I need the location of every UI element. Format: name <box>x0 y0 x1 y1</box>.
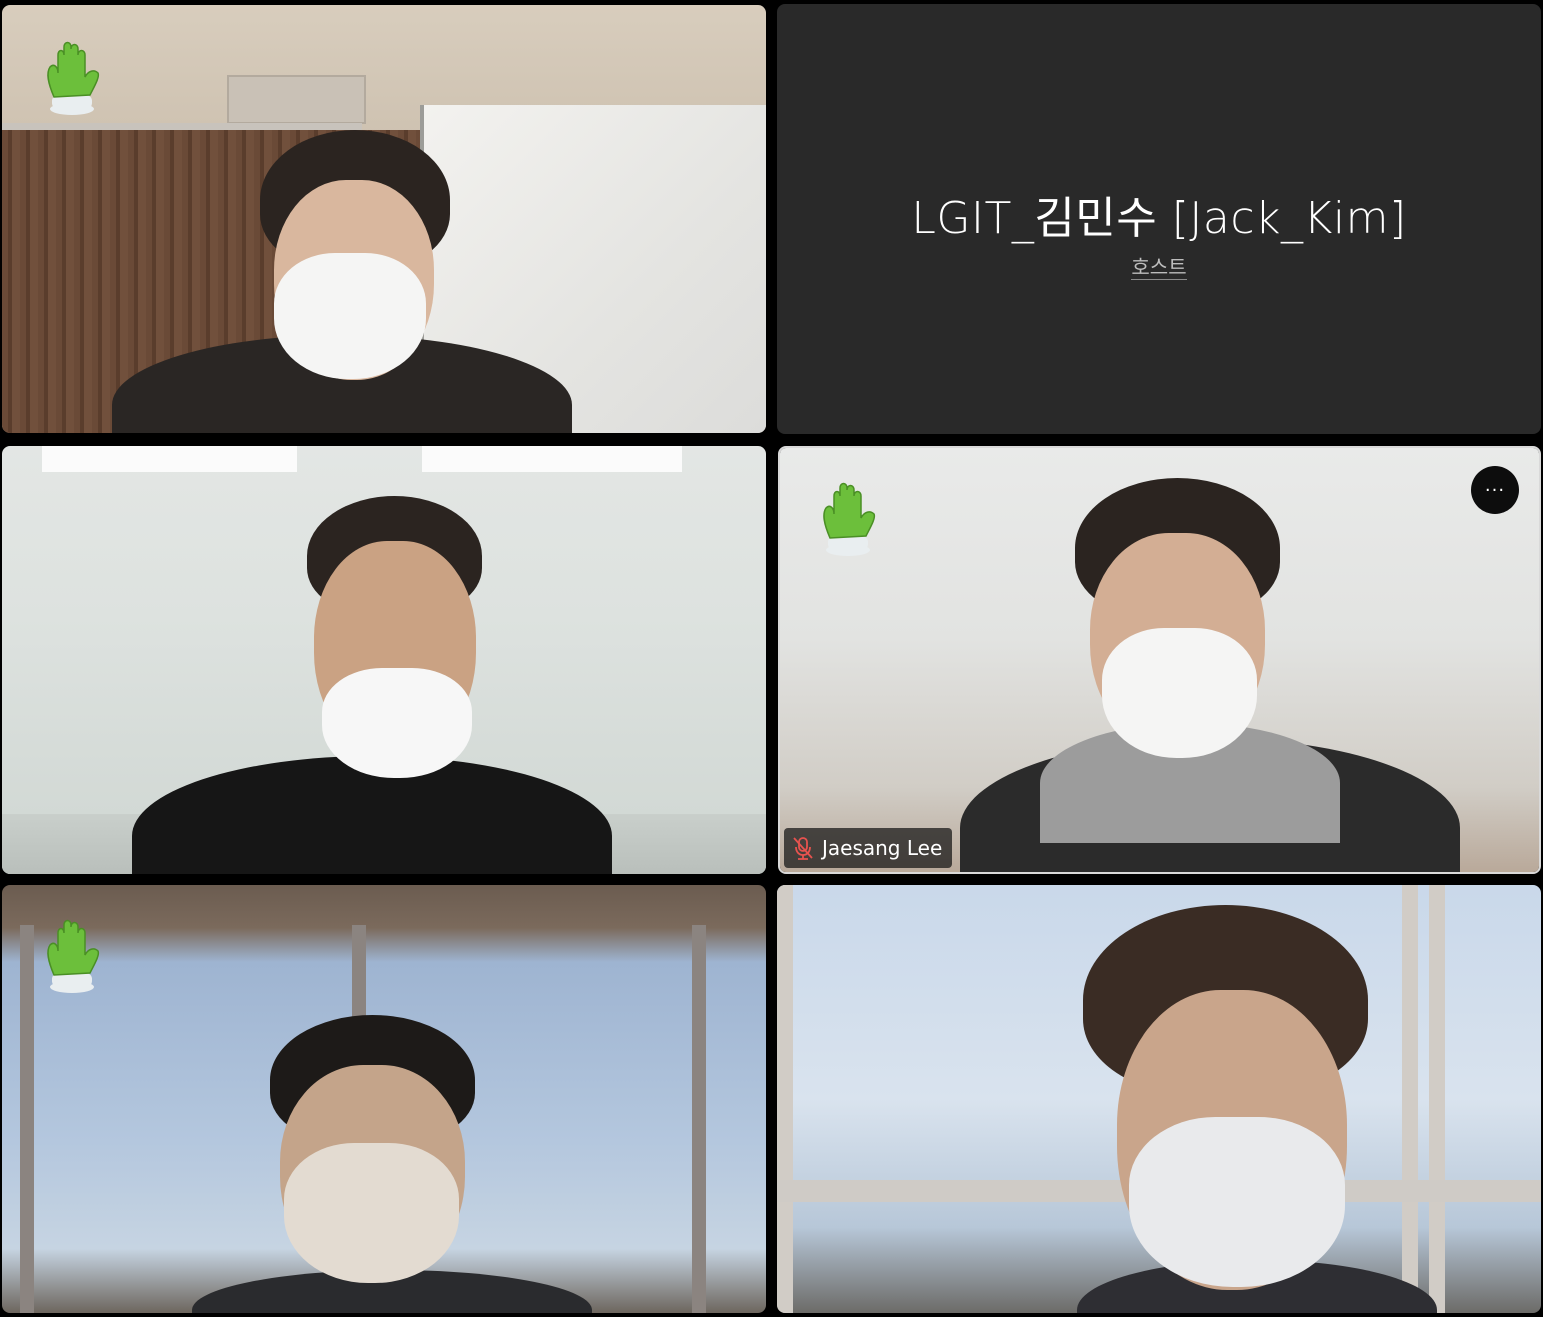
raised-hand-icon <box>823 482 876 556</box>
more-options-icon: ··· <box>1484 479 1506 501</box>
participant-tile-1[interactable] <box>2 5 766 433</box>
participant-name: Jaesang Lee <box>822 836 943 860</box>
raised-hand-icon <box>47 919 100 993</box>
participant-video-person <box>2 5 766 433</box>
raised-hand-icon <box>47 41 100 115</box>
video-grid: LGIT_김민수 [Jack_Kim] 호스트 ··· Jaesang Lee <box>0 0 1543 1317</box>
more-options-button[interactable]: ··· <box>1471 466 1519 514</box>
microphone-off-icon <box>793 837 813 860</box>
video-feed <box>2 885 766 1313</box>
participant-tile-6[interactable] <box>777 885 1541 1313</box>
host-tile[interactable]: LGIT_김민수 [Jack_Kim] 호스트 <box>777 4 1541 434</box>
participant-video-person <box>780 448 1539 872</box>
participant-tile-3[interactable] <box>2 446 766 874</box>
video-feed <box>2 446 766 874</box>
video-feed <box>777 885 1541 1313</box>
participant-tile-5[interactable] <box>2 885 766 1313</box>
video-feed <box>780 448 1539 872</box>
participant-name-tag: Jaesang Lee <box>784 828 953 868</box>
participant-video-person <box>777 885 1541 1313</box>
host-display-name: LGIT_김민수 [Jack_Kim] <box>911 193 1407 244</box>
participant-tile-jaesang-lee[interactable]: ··· Jaesang Lee <box>778 446 1541 874</box>
participant-video-person <box>2 446 766 874</box>
host-role-label: 호스트 <box>1131 255 1187 280</box>
video-feed <box>2 5 766 433</box>
participant-video-person <box>2 885 766 1313</box>
